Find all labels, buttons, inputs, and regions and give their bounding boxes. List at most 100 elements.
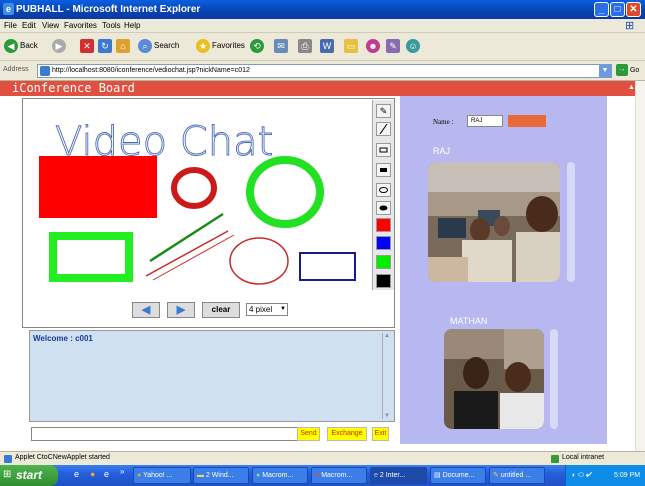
color-black[interactable] <box>376 274 391 288</box>
task-documents[interactable]: ▤ Docume... <box>430 467 486 484</box>
name-input[interactable]: RAJ <box>467 115 503 127</box>
status-bar: Applet CtoCNewApplet started Local intra… <box>0 451 645 465</box>
edit-page-icon: W <box>320 39 334 53</box>
history-button[interactable]: ⟲ <box>250 39 266 53</box>
mail-icon: ✉ <box>274 39 288 53</box>
drawing-canvas[interactable]: Video Chat <box>22 98 395 328</box>
video-panel: Name : RAJ RAJ MATHAN <box>400 96 607 444</box>
home-icon: ⌂ <box>116 39 130 53</box>
rect-outline-icon <box>379 147 388 153</box>
people-icon: ☺ <box>406 39 420 53</box>
send-button[interactable]: Send <box>297 427 320 441</box>
connect-button[interactable]: ☺ <box>406 39 422 53</box>
task-macromedia-2[interactable]: ● Macrom... <box>311 467 367 484</box>
address-dropdown-icon[interactable]: ▼ <box>599 65 611 77</box>
maximize-button[interactable]: □ <box>610 2 625 17</box>
task-app-icon: ● <box>137 472 142 479</box>
search-button[interactable]: ⌕ Search <box>138 39 179 53</box>
go-button[interactable]: → Go <box>616 64 644 78</box>
pen-size-select[interactable]: 4 pixel ▼ <box>246 303 288 316</box>
back-button[interactable]: ◀ Back <box>4 39 38 53</box>
menu-help[interactable]: Help <box>124 21 140 30</box>
search-icon: ⌕ <box>138 39 152 53</box>
board-header: iConference Board <box>0 81 635 96</box>
canvas-drawing: Video Chat <box>39 119 356 285</box>
clear-button[interactable]: clear <box>202 302 240 318</box>
oval-filled-tool[interactable] <box>376 201 391 215</box>
page-scrollbar[interactable] <box>635 81 645 451</box>
line-icon <box>379 123 388 135</box>
scroll-down-icon: ▼ <box>384 413 390 419</box>
canvas-controls: ◀ ▶ clear 4 pixel ▼ <box>22 298 372 320</box>
user1-video <box>428 162 560 282</box>
task-app-icon: ● <box>256 472 261 479</box>
windows-flag-icon: ⊞ <box>3 469 12 480</box>
color-red[interactable] <box>376 218 391 232</box>
quick-launch-ie-icon[interactable]: e <box>74 469 79 479</box>
edit-button[interactable]: W <box>320 39 336 53</box>
menu-favorites[interactable]: Favorites <box>64 21 97 30</box>
pencil-icon: ✎ <box>379 106 388 116</box>
menu-view[interactable]: View <box>42 21 59 30</box>
quick-launch-icon[interactable]: ● <box>90 469 95 479</box>
address-label: Address <box>3 66 29 73</box>
messenger-button[interactable]: ☻ <box>366 39 382 53</box>
address-input[interactable]: http://localhost:8080/iconference/vedioc… <box>37 64 612 78</box>
quick-launch-more-icon[interactable]: » <box>120 467 124 476</box>
line-tool[interactable] <box>376 122 391 136</box>
rect-filled-tool[interactable] <box>376 163 391 177</box>
undo-button[interactable]: ◀ <box>132 302 160 318</box>
menu-tools[interactable]: Tools <box>102 21 121 30</box>
mail-button[interactable]: ✉ <box>274 39 290 53</box>
refresh-button[interactable]: ↻ <box>98 39 114 53</box>
back-arrow-icon: ◀ <box>4 39 18 53</box>
oval-outline-tool[interactable] <box>376 183 391 197</box>
pencil-tool[interactable]: ✎ <box>376 104 391 118</box>
red-ring <box>171 167 217 209</box>
system-tray: ◐ ⬭ ✔ 5:09 PM <box>565 465 645 486</box>
user2-video <box>444 329 544 429</box>
task-internet-explorer[interactable]: e 2 Inter... <box>370 467 427 484</box>
minimize-button[interactable]: _ <box>594 2 609 17</box>
chat-log-scrollbar[interactable]: ▲ ▼ <box>382 333 392 419</box>
page-status-icon <box>4 455 12 463</box>
research-button[interactable]: ✎ <box>386 39 402 53</box>
user1-video-scrollbar[interactable] <box>567 162 575 282</box>
exchange-button[interactable]: Exchange <box>327 427 367 441</box>
toolbar: ◀ Back ▶ ✕ ↻ ⌂ ⌕ Search ★ Favorites ⟲ ✉ ⎙ W… <box>0 33 645 61</box>
tray-icons[interactable]: ◐ ⬭ ✔ <box>572 472 592 479</box>
menu-file[interactable]: File <box>4 21 17 30</box>
login-button[interactable] <box>508 115 546 127</box>
task-untitled[interactable]: ✎ untitled ... <box>489 467 545 484</box>
color-green[interactable] <box>376 255 391 269</box>
print-button[interactable]: ⎙ <box>298 39 314 53</box>
favorites-button[interactable]: ★ Favorites <box>196 39 245 53</box>
left-arrow-icon: ◀ <box>141 304 151 316</box>
close-button[interactable]: ✕ <box>626 2 641 17</box>
menu-edit[interactable]: Edit <box>22 21 36 30</box>
quick-launch-ie2-icon[interactable]: e <box>104 469 109 479</box>
chat-input[interactable] <box>31 427 313 441</box>
user2-video-scrollbar[interactable] <box>550 329 558 429</box>
task-windows[interactable]: ▬ 2 Wind... <box>193 467 249 484</box>
task-macromedia-1[interactable]: ● Macrom... <box>252 467 308 484</box>
tool-palette: ✎ <box>372 100 394 290</box>
exit-button[interactable]: Exit <box>372 427 389 441</box>
user2-video-frame <box>444 329 544 429</box>
folder-task-icon: ▬ <box>197 472 204 479</box>
forward-button[interactable]: ▶ <box>52 39 68 53</box>
redo-button[interactable]: ▶ <box>167 302 195 318</box>
chat-log: Welcome : c001 ▲ ▼ <box>29 330 395 422</box>
chat-input-row: Send Exchange Exit <box>22 425 395 443</box>
home-button[interactable]: ⌂ <box>116 39 132 53</box>
star-icon: ★ <box>196 39 210 53</box>
rect-outline-tool[interactable] <box>376 143 391 157</box>
navy-rect <box>299 252 356 281</box>
task-yahoo[interactable]: ● Yahoo! ... <box>133 467 191 484</box>
stop-button[interactable]: ✕ <box>80 39 96 53</box>
status-text: Applet CtoCNewApplet started <box>15 454 110 461</box>
user2-label: MATHAN <box>450 316 488 326</box>
color-blue[interactable] <box>376 236 391 250</box>
clock: 5:09 PM <box>614 472 641 479</box>
folder-button[interactable]: ▭ <box>344 39 360 53</box>
